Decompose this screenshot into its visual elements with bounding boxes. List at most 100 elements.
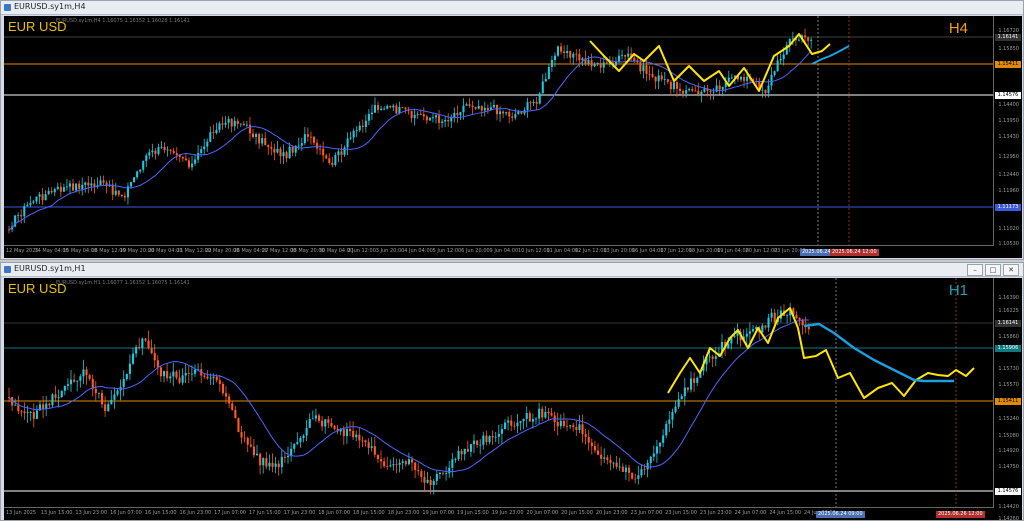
candle-body bbox=[157, 147, 160, 154]
candle-body bbox=[680, 396, 683, 400]
candle-body bbox=[389, 465, 392, 467]
candle-body bbox=[425, 116, 428, 121]
candle-body bbox=[66, 384, 69, 386]
candle-body bbox=[510, 420, 513, 426]
candle-body bbox=[151, 150, 154, 153]
candle-body bbox=[422, 114, 425, 117]
candle-body bbox=[392, 105, 395, 108]
candle-body bbox=[386, 466, 389, 468]
h4-price-chart[interactable]: EUR USD EURUSD.sy1m,H4 1.16075 1.16152 1… bbox=[4, 16, 1022, 258]
candle-body bbox=[525, 413, 528, 419]
h4-chart-window[interactable]: EURUSD.sy1m,H4 EUR USD EURUSD.sy1m,H4 1.… bbox=[0, 0, 1024, 260]
maximize-button[interactable]: □ bbox=[985, 264, 1001, 276]
candle-body bbox=[26, 204, 29, 207]
candle-body bbox=[605, 62, 608, 64]
candle-body bbox=[804, 35, 807, 38]
candle-body bbox=[634, 478, 637, 480]
time-tick-label: 17 Jun 07:00 bbox=[214, 510, 246, 516]
candle-body bbox=[690, 378, 693, 390]
candle-body bbox=[517, 111, 520, 115]
h4-window-titlebar[interactable]: EURUSD.sy1m,H4 bbox=[1, 1, 1023, 15]
candle-body bbox=[62, 187, 65, 192]
time-tick-label: 23 Jun 07:00 bbox=[630, 510, 663, 516]
candle-body bbox=[423, 477, 426, 483]
candle-body bbox=[358, 434, 361, 441]
candle-body bbox=[153, 353, 156, 361]
candle-body bbox=[395, 105, 398, 114]
candle-body bbox=[662, 435, 665, 443]
candle-body bbox=[104, 404, 107, 412]
time-tick-label: 18 Jun 20:00 bbox=[688, 248, 721, 254]
candle-body bbox=[474, 107, 477, 109]
candle-body bbox=[166, 149, 169, 151]
candle-body bbox=[79, 376, 82, 381]
candle-body bbox=[56, 186, 59, 190]
candle-body bbox=[645, 65, 648, 74]
candle-body bbox=[488, 436, 491, 443]
price-tick-label: 1.15850 bbox=[998, 46, 1019, 52]
minimize-button[interactable]: – bbox=[967, 264, 983, 276]
candle-body bbox=[249, 444, 252, 447]
candle-body bbox=[20, 215, 23, 217]
candle-body bbox=[148, 152, 151, 156]
candle-body bbox=[314, 415, 317, 419]
candle-body bbox=[377, 105, 380, 110]
candle-body bbox=[499, 111, 502, 115]
candle-body bbox=[374, 105, 377, 113]
candle-body bbox=[169, 149, 172, 151]
candle-body bbox=[252, 133, 255, 138]
candle-body bbox=[330, 422, 333, 427]
candle-body bbox=[293, 444, 296, 449]
candle-body bbox=[380, 108, 383, 110]
candle-body bbox=[460, 450, 463, 455]
candle-body bbox=[569, 50, 572, 58]
candle-body bbox=[268, 462, 271, 467]
price-tick-label: 1.12440 bbox=[998, 172, 1019, 178]
close-button[interactable]: ✕ bbox=[1003, 264, 1019, 276]
candle-body bbox=[57, 397, 60, 398]
candle-body bbox=[169, 376, 172, 379]
candle-body bbox=[321, 420, 324, 427]
candle-body bbox=[367, 442, 370, 448]
candle-body bbox=[139, 169, 142, 172]
candle-body bbox=[163, 371, 166, 377]
candle-body bbox=[672, 82, 675, 90]
h1-chart-window[interactable]: EURUSD.sy1m,H1 – □ ✕ EUR USD EURUSD.sy1m… bbox=[0, 262, 1024, 521]
candle-body bbox=[41, 194, 44, 201]
candle-body bbox=[686, 387, 689, 390]
candle-body bbox=[578, 424, 581, 430]
candle-body bbox=[666, 79, 669, 83]
candle-body bbox=[584, 434, 587, 437]
candle-body bbox=[246, 438, 249, 445]
candle-body bbox=[637, 475, 640, 479]
h1-window-titlebar[interactable]: EURUSD.sy1m,H1 – □ ✕ bbox=[1, 263, 1023, 277]
candle-body bbox=[160, 146, 163, 148]
candle-body bbox=[435, 115, 438, 118]
time-tick-label: 18 Jun 07:00 bbox=[318, 510, 351, 516]
h1-price-chart[interactable]: EUR USD EURUSD.sy1m,H1 1.16077 1.16152 1… bbox=[4, 278, 1022, 520]
candle-body bbox=[81, 184, 84, 189]
candle-body bbox=[325, 155, 328, 159]
candle-body bbox=[345, 429, 348, 437]
candle-body bbox=[327, 419, 330, 423]
candle-body bbox=[318, 415, 321, 421]
candle-body bbox=[147, 340, 150, 349]
candle-body bbox=[352, 431, 355, 438]
candle-body bbox=[511, 116, 514, 118]
candle-body bbox=[471, 105, 474, 108]
price-tick-label: 1.14260 bbox=[998, 516, 1019, 520]
candle-body bbox=[504, 422, 507, 429]
candle-body bbox=[90, 183, 93, 186]
candle-body bbox=[602, 62, 605, 68]
candle-body bbox=[163, 146, 166, 151]
candle-body bbox=[154, 150, 157, 154]
candle-body bbox=[770, 75, 773, 86]
candle-body bbox=[779, 58, 782, 61]
candle-body bbox=[138, 346, 141, 349]
candle-body bbox=[807, 37, 810, 41]
candle-body bbox=[184, 373, 187, 376]
candle-body bbox=[305, 427, 308, 436]
candle-body bbox=[502, 111, 505, 114]
time-tick-label: 4 Jun 04:00 bbox=[404, 248, 433, 254]
candle-body bbox=[420, 471, 423, 478]
